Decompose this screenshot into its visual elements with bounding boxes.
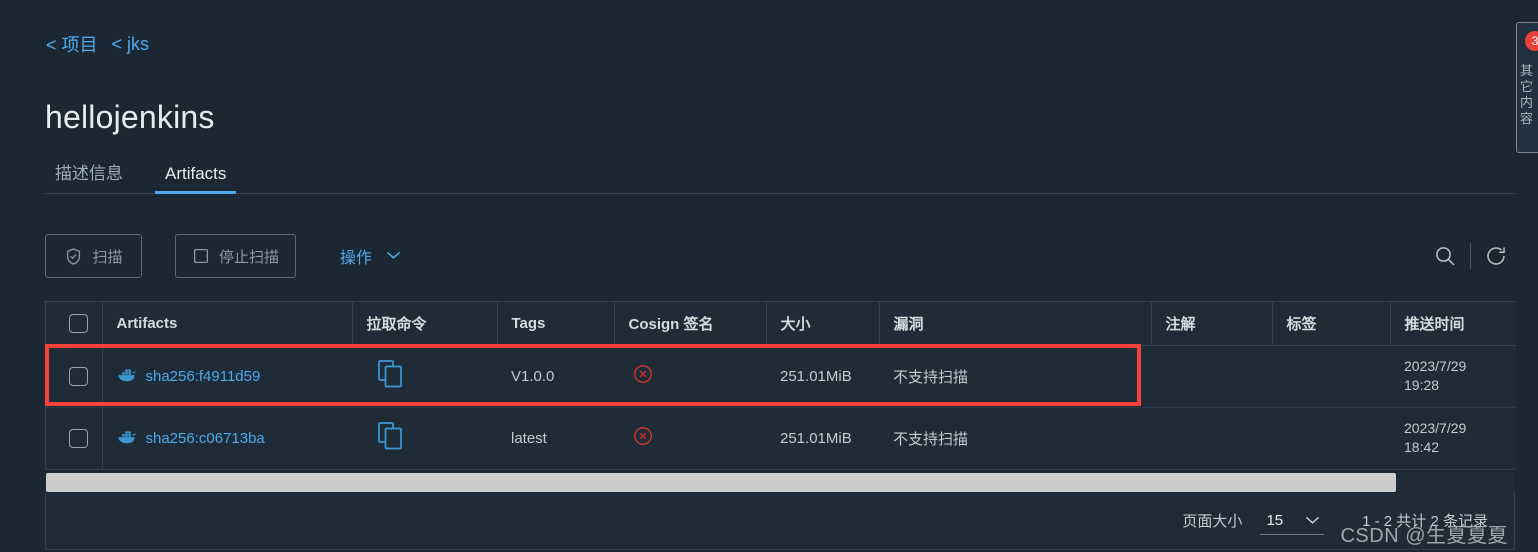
cell-labels — [1272, 407, 1390, 469]
scan-button-label: 扫描 — [92, 248, 123, 266]
row-select-cell — [46, 345, 103, 408]
table-horizontal-scrollbar[interactable] — [46, 473, 1514, 492]
right-side-panel[interactable]: 3 其它内容 — [1516, 22, 1538, 153]
cell-cosign — [614, 407, 766, 469]
artifact-link[interactable]: sha256:c06713ba — [117, 428, 265, 448]
tab-bar: 描述信息 Artifacts — [45, 158, 1515, 194]
tab-description[interactable]: 描述信息 — [45, 159, 133, 193]
cell-labels — [1272, 345, 1390, 408]
page-size-select[interactable]: 15 — [1260, 512, 1325, 535]
table-row: sha256:f4911d59 V1.0.0 251.01MiB 不支持扫描 2… — [46, 345, 1516, 408]
header-pull-command[interactable]: 拉取命令 — [352, 302, 498, 346]
cell-cosign — [614, 345, 766, 408]
header-labels[interactable]: 标签 — [1272, 302, 1391, 346]
row-checkbox[interactable] — [69, 428, 88, 448]
page-size-label: 页面大小 — [1182, 513, 1243, 530]
cell-annotations — [1151, 345, 1272, 408]
cell-artifact: sha256:c06713ba — [102, 407, 352, 469]
artifacts-table: Artifacts 拉取命令 Tags Cosign 签名 大小 漏洞 注解 标… — [45, 301, 1516, 470]
copy-icon[interactable] — [378, 422, 497, 454]
page-size-value: 15 — [1266, 512, 1284, 529]
copy-icon[interactable] — [378, 360, 497, 392]
push-hour: 18:42 — [1404, 439, 1440, 456]
stop-square-icon — [192, 247, 210, 265]
toolbar: 扫描 停止扫描 操作 — [45, 233, 1515, 279]
row-checkbox[interactable] — [69, 366, 88, 386]
action-dropdown-label: 操作 — [340, 250, 373, 267]
header-artifacts[interactable]: Artifacts — [102, 302, 353, 346]
scrollbar-thumb[interactable] — [46, 473, 1396, 492]
cell-vulnerabilities: 不支持扫描 — [879, 345, 1151, 408]
table-row: sha256:c06713ba latest 251.01MiB 不支持扫描 2… — [46, 407, 1516, 469]
shield-check-icon — [64, 247, 83, 266]
cell-tags: V1.0.0 — [497, 345, 614, 408]
toolbar-right-actions — [1426, 239, 1515, 273]
row-select-cell — [46, 407, 103, 469]
select-all-header — [46, 302, 103, 346]
cell-pull-command — [352, 407, 497, 469]
page-title: hellojenkins — [45, 99, 215, 135]
cell-annotations — [1151, 407, 1272, 469]
cell-vulnerabilities: 不支持扫描 — [879, 407, 1151, 469]
artifact-digest: sha256:c06713ba — [145, 429, 265, 447]
header-tags[interactable]: Tags — [497, 302, 615, 346]
total-records-label: 1 - 2 共计 2 条记录 — [1362, 513, 1488, 530]
push-date: 2023/7/29 — [1404, 420, 1467, 437]
docker-icon — [117, 428, 137, 448]
cell-size: 251.01MiB — [766, 407, 879, 469]
push-date: 2023/7/29 — [1404, 358, 1467, 375]
unsigned-icon[interactable] — [632, 425, 766, 451]
toolbar-divider — [1470, 243, 1471, 269]
chevron-down-icon — [386, 247, 401, 265]
cell-push-time: 2023/7/29 18:42 — [1390, 407, 1516, 469]
header-cosign[interactable]: Cosign 签名 — [614, 302, 767, 346]
action-dropdown[interactable]: 操作 — [340, 244, 401, 268]
unsigned-icon[interactable] — [632, 363, 766, 389]
table-header-row: Artifacts 拉取命令 Tags Cosign 签名 大小 漏洞 注解 标… — [46, 302, 1516, 346]
header-annotations[interactable]: 注解 — [1151, 302, 1273, 346]
breadcrumb: < 项目 < jks — [46, 31, 149, 57]
tab-artifacts[interactable]: Artifacts — [155, 164, 237, 194]
artifact-link[interactable]: sha256:f4911d59 — [117, 366, 261, 386]
search-icon[interactable] — [1426, 239, 1464, 273]
header-size[interactable]: 大小 — [766, 302, 880, 346]
artifact-digest: sha256:f4911d59 — [145, 367, 261, 385]
push-hour: 19:28 — [1404, 377, 1440, 393]
docker-icon — [117, 366, 137, 386]
refresh-icon[interactable] — [1477, 239, 1515, 273]
cell-pull-command — [352, 345, 497, 408]
breadcrumb-item-jks[interactable]: < jks — [112, 34, 150, 55]
breadcrumb-item-project[interactable]: < 项目 — [46, 31, 98, 57]
right-panel-label: 其它内容 — [1520, 63, 1534, 126]
cell-artifact: sha256:f4911d59 — [102, 345, 352, 408]
chevron-down-icon — [1305, 512, 1320, 529]
header-push-time[interactable]: 推送时间 — [1390, 302, 1516, 346]
stop-scan-button-label: 停止扫描 — [219, 248, 280, 266]
select-all-checkbox[interactable] — [69, 313, 88, 333]
stop-scan-button[interactable]: 停止扫描 — [175, 234, 297, 278]
cell-tags: latest — [497, 407, 614, 469]
table-footer: 页面大小 15 1 - 2 共计 2 条记录 — [45, 492, 1515, 550]
cell-push-time: 2023/7/29 19:28 — [1390, 345, 1516, 408]
header-vulnerabilities[interactable]: 漏洞 — [879, 302, 1152, 346]
cell-size: 251.01MiB — [766, 345, 879, 408]
scan-button[interactable]: 扫描 — [45, 234, 142, 278]
notification-badge: 3 — [1525, 31, 1538, 51]
